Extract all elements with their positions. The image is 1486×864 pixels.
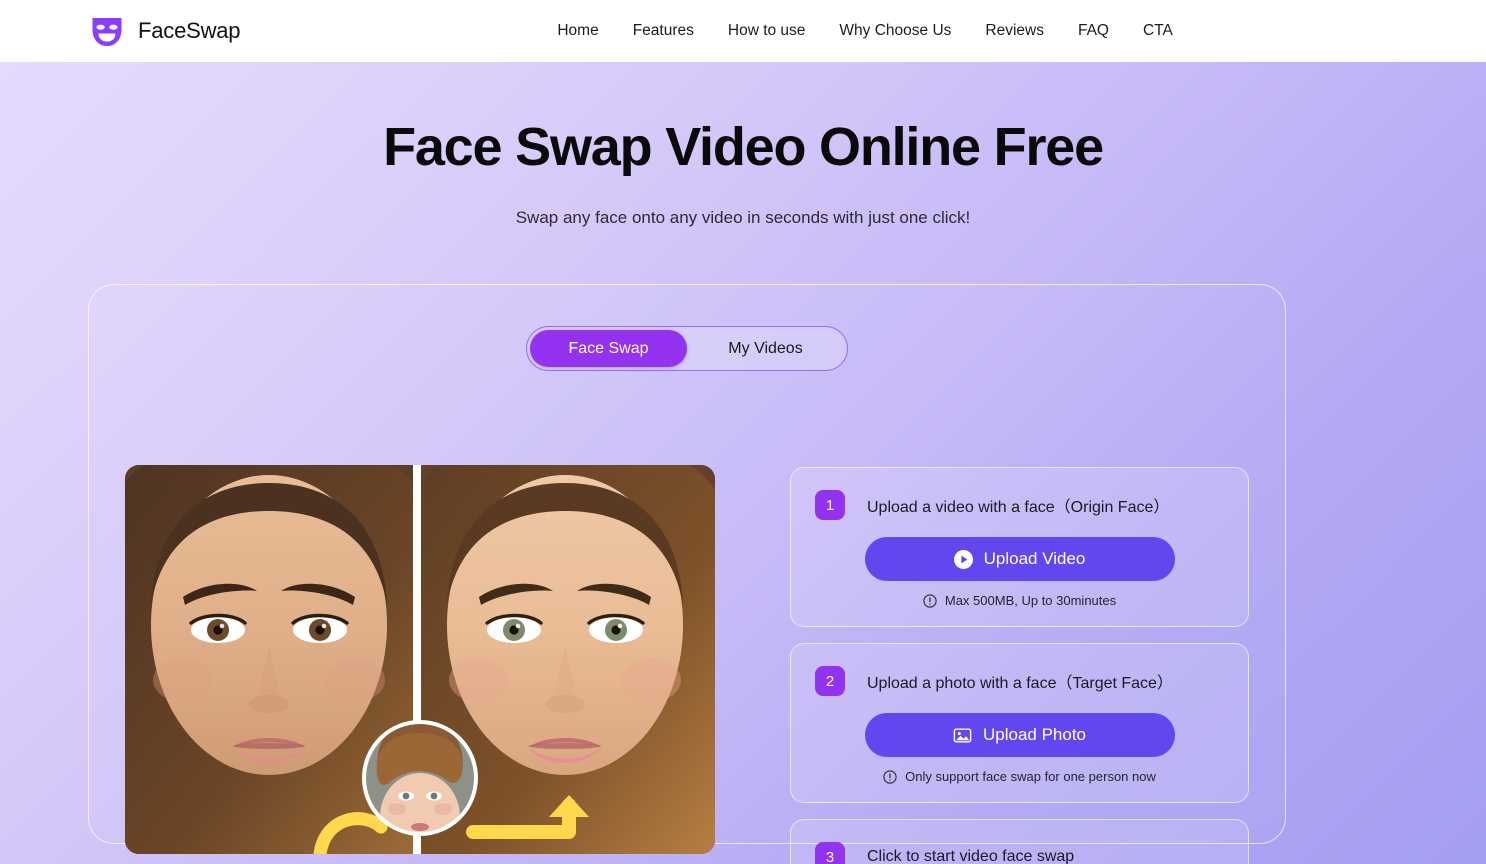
step-card-3: 3 Click to start video face swap [790,819,1249,864]
nav-item-home[interactable]: Home [540,16,615,46]
step-2-badge: 2 [815,666,845,696]
info-circle-icon [883,769,897,784]
nav-item-features[interactable]: Features [616,16,711,46]
image-icon [953,726,972,745]
hero-section: Face Swap Video Online Free Swap any fac… [0,62,1486,864]
workspace: 1 Upload a video with a face（Origin Face… [125,465,1249,864]
tab-my-videos[interactable]: My Videos [687,330,844,367]
step-1-hint-text: Max 500MB, Up to 30minutes [944,593,1117,608]
nav-item-faq[interactable]: FAQ [1061,16,1126,46]
step-1-badge: 1 [815,490,845,520]
upload-video-button-label: Upload Video [983,549,1086,568]
site-header: FaceSwap Home Features How to use Why Ch… [0,0,1486,62]
info-circle-icon [923,593,937,608]
step-2-label: Upload a photo with a face（Target Face） [867,675,1173,692]
steps-column: 1 Upload a video with a face（Origin Face… [790,465,1249,864]
step-1-label: Upload a video with a face（Origin Face） [867,499,1170,516]
step-2-hint: Only support face swap for one person no… [815,769,1224,784]
tab-bar-wrapper: Face Swap My Videos [89,326,1285,371]
nav-item-cta[interactable]: CTA [1126,16,1190,46]
theater-mask-icon [88,12,126,50]
step-1-header: 1 Upload a video with a face（Origin Face… [815,490,1224,520]
step-card-2: 2 Upload a photo with a face（Target Face… [790,643,1249,803]
main-navigation: Home Features How to use Why Choose Us R… [540,16,1190,46]
faceswap-panel: Face Swap My Videos 1 Upload a video wit… [88,284,1286,864]
step-card-1: 1 Upload a video with a face（Origin Face… [790,467,1249,627]
brand-logo-group[interactable]: FaceSwap [88,12,241,50]
nav-item-reviews[interactable]: Reviews [968,16,1061,46]
play-circle-icon [953,549,973,569]
upload-video-button[interactable]: Upload Video [864,537,1175,581]
page-title: Face Swap Video Online Free [383,117,1104,177]
tab-bar: Face Swap My Videos [526,326,848,371]
upload-photo-button[interactable]: Upload Photo [864,713,1175,757]
step-1-hint: Max 500MB, Up to 30minutes [815,593,1224,608]
nav-item-why-choose-us[interactable]: Why Choose Us [822,16,968,46]
step-3-header: 3 Click to start video face swap [815,842,1224,864]
step-2-hint-text: Only support face swap for one person no… [905,769,1156,784]
nav-item-how-to-use[interactable]: How to use [711,16,823,46]
step-3-badge: 3 [815,842,845,864]
brand-name: FaceSwap [138,18,241,43]
upload-photo-button-label: Upload Photo [982,725,1087,744]
step-3-label: Click to start video face swap [867,848,1075,864]
page-subtitle: Swap any face onto any video in seconds … [515,208,971,228]
tab-face-swap[interactable]: Face Swap [530,330,687,367]
before-after-preview [125,465,715,854]
step-2-header: 2 Upload a photo with a face（Target Face… [815,666,1224,696]
